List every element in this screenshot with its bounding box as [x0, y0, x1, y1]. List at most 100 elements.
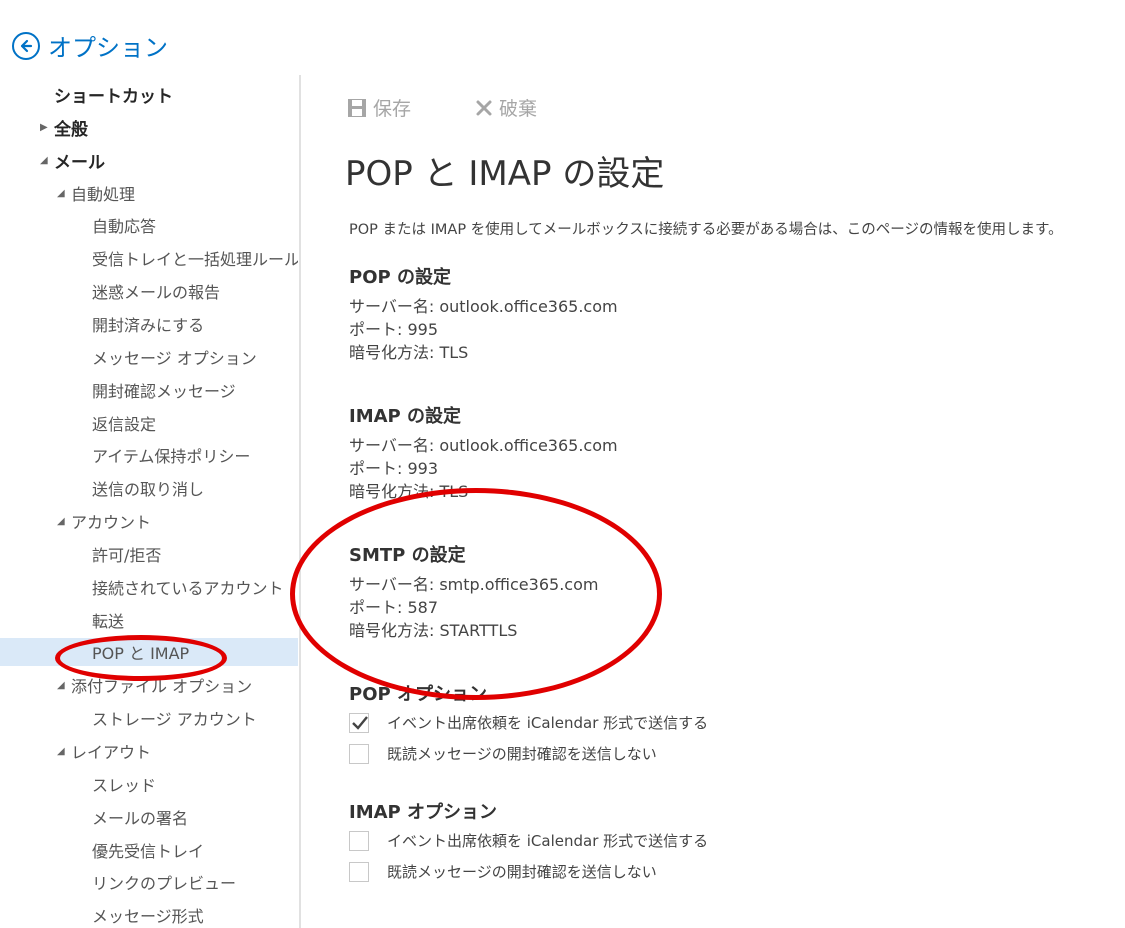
- collapse-arrow-icon: ◢: [57, 187, 65, 199]
- pop-options-section: POP オプション イベント出席依頼を iCalendar 形式で送信する 既読…: [349, 680, 708, 769]
- sidebar-item-label: 接続されているアカウント: [92, 579, 284, 598]
- smtp-settings-section: SMTP の設定 サーバー名: smtp.office365.com ポート: …: [349, 541, 598, 642]
- imap-icalendar-label: イベント出席依頼を iCalendar 形式で送信する: [387, 832, 709, 850]
- discard-label: 破棄: [499, 98, 538, 120]
- sidebar-item-1[interactable]: ▶ 全般: [0, 113, 298, 141]
- sidebar-nav: ショートカット ▶ 全般 ◢ メール ◢ 自動処理自動応答受信トレイと一括処理ルール 迷惑メー…: [0, 76, 298, 928]
- sidebar-item-label: ショートカット: [54, 86, 173, 107]
- sidebar-item-22[interactable]: メールの署名: [0, 803, 298, 831]
- sidebar-item-16[interactable]: 転送: [0, 606, 298, 634]
- sidebar-item-label: 転送: [92, 612, 125, 631]
- imap-read-receipt-label: 既読メッセージの開封確認を送信しない: [387, 863, 657, 881]
- sidebar-item-4[interactable]: 自動応答: [0, 211, 298, 239]
- sidebar-item-label: アカウント: [71, 513, 152, 532]
- imap-settings-title: IMAP の設定: [349, 406, 461, 427]
- back-arrow-icon: [12, 31, 40, 60]
- sidebar-item-25[interactable]: メッセージ形式: [0, 901, 298, 928]
- sidebar-item-9[interactable]: 開封確認メッセージ: [0, 376, 298, 404]
- page-title: POP と IMAP の設定: [345, 154, 665, 194]
- sidebar-item-15[interactable]: 接続されているアカウント: [0, 573, 298, 601]
- smtp-settings-title: SMTP の設定: [349, 545, 466, 566]
- sidebar-item-label: 返信設定: [92, 415, 157, 434]
- imap-settings-section: IMAP の設定 サーバー名: outlook.office365.com ポー…: [349, 402, 618, 503]
- smtp-encryption: 暗号化方法: STARTTLS: [349, 621, 518, 640]
- sidebar-item-13[interactable]: ◢ アカウント: [0, 507, 298, 535]
- sidebar-item-6[interactable]: 迷惑メールの報告: [0, 277, 298, 305]
- collapse-arrow-icon: ◢: [40, 154, 48, 166]
- collapse-arrow-icon: ◢: [57, 745, 65, 757]
- sidebar-item-label: 開封済みにする: [92, 316, 205, 335]
- sidebar-item-14[interactable]: 許可/拒否: [0, 540, 298, 568]
- pop-settings-section: POP の設定 サーバー名: outlook.office365.com ポート…: [349, 263, 618, 364]
- sidebar-item-label: POP と IMAP: [92, 644, 190, 663]
- sidebar-item-19[interactable]: ストレージ アカウント: [0, 704, 298, 732]
- sidebar-item-5[interactable]: 受信トレイと一括処理ルール: [0, 244, 298, 272]
- sidebar-item-label: メールの署名: [92, 809, 189, 828]
- sidebar-item-2[interactable]: ◢ メール: [0, 146, 298, 174]
- smtp-server: サーバー名: smtp.office365.com: [349, 575, 599, 594]
- imap-option-read-receipt[interactable]: 既読メッセージの開封確認を送信しない: [349, 856, 708, 887]
- toolbar: 保存 破棄: [347, 94, 601, 121]
- close-icon: [476, 100, 492, 115]
- sidebar-item-17[interactable]: POP と IMAP: [0, 638, 298, 666]
- discard-button[interactable]: 破棄: [475, 94, 537, 121]
- pop-settings-title: POP の設定: [349, 267, 451, 288]
- sidebar-item-label: 全般: [54, 119, 88, 140]
- pop-read-receipt-checkbox[interactable]: [349, 743, 369, 764]
- collapse-arrow-icon: ◢: [57, 515, 65, 527]
- imap-option-icalendar[interactable]: イベント出席依頼を iCalendar 形式で送信する: [349, 825, 708, 856]
- pop-read-receipt-label: 既読メッセージの開封確認を送信しない: [387, 745, 657, 763]
- sidebar-item-12[interactable]: 送信の取り消し: [0, 474, 298, 502]
- save-label: 保存: [373, 98, 412, 120]
- save-icon: [348, 98, 366, 117]
- sidebar-item-0[interactable]: ショートカット: [0, 80, 298, 108]
- sidebar-item-label: ストレージ アカウント: [92, 710, 257, 729]
- imap-options-title: IMAP オプション: [349, 802, 497, 823]
- collapse-arrow-icon: ◢: [57, 679, 65, 691]
- expand-arrow-icon: ▶: [40, 121, 48, 133]
- sidebar-item-10[interactable]: 返信設定: [0, 409, 298, 437]
- sidebar-item-7[interactable]: 開封済みにする: [0, 310, 298, 338]
- pop-icalendar-label: イベント出席依頼を iCalendar 形式で送信する: [387, 714, 709, 732]
- sidebar-item-label: メッセージ形式: [92, 907, 204, 926]
- imap-options-section: IMAP オプション イベント出席依頼を iCalendar 形式で送信する 既…: [349, 798, 708, 887]
- smtp-port: ポート: 587: [349, 598, 439, 617]
- sidebar-item-label: 許可/拒否: [92, 546, 162, 565]
- sidebar-item-18[interactable]: ◢ 添付ファイル オプション: [0, 671, 298, 699]
- back-button[interactable]: オプション: [12, 28, 168, 63]
- sidebar-item-20[interactable]: ◢ レイアウト: [0, 737, 298, 765]
- imap-server: サーバー名: outlook.office365.com: [349, 436, 618, 455]
- pop-encryption: 暗号化方法: TLS: [349, 343, 469, 362]
- sidebar-item-24[interactable]: リンクのプレビュー: [0, 868, 298, 896]
- checkmark-icon: [352, 715, 368, 730]
- page-description: POP または IMAP を使用してメールボックスに接続する必要がある場合は、こ…: [349, 222, 1063, 238]
- pop-port: ポート: 995: [349, 320, 439, 339]
- pop-option-icalendar[interactable]: イベント出席依頼を iCalendar 形式で送信する: [349, 707, 708, 738]
- sidebar-item-label: メール: [54, 152, 105, 173]
- sidebar-item-23[interactable]: 優先受信トレイ: [0, 836, 298, 864]
- main-content: 保存 破棄 POP と IMAP の設定 POP または IMAP を使用してメ…: [301, 76, 1125, 928]
- pop-option-read-receipt[interactable]: 既読メッセージの開封確認を送信しない: [349, 738, 708, 769]
- sidebar-item-label: レイアウト: [71, 743, 152, 762]
- sidebar-item-8[interactable]: メッセージ オプション: [0, 343, 298, 371]
- pop-options-title: POP オプション: [349, 684, 487, 705]
- sidebar-item-21[interactable]: スレッド: [0, 770, 298, 798]
- imap-read-receipt-checkbox[interactable]: [349, 861, 369, 882]
- sidebar-item-label: 迷惑メールの報告: [92, 283, 221, 302]
- sidebar-item-label: 自動応答: [92, 217, 157, 236]
- sidebar-item-label: 優先受信トレイ: [92, 842, 205, 861]
- sidebar-item-3[interactable]: ◢ 自動処理: [0, 179, 298, 207]
- sidebar-item-label: スレッド: [92, 776, 157, 795]
- sidebar-item-11[interactable]: アイテム保持ポリシー: [0, 441, 298, 469]
- imap-port: ポート: 993: [349, 459, 439, 478]
- sidebar-item-label: 送信の取り消し: [92, 480, 205, 499]
- pop-icalendar-checkbox[interactable]: [349, 712, 369, 733]
- sidebar-item-label: リンクのプレビュー: [92, 874, 237, 893]
- sidebar-item-label: 開封確認メッセージ: [92, 382, 236, 401]
- save-button[interactable]: 保存: [347, 94, 411, 121]
- sidebar-item-label: アイテム保持ポリシー: [92, 447, 251, 466]
- sidebar-item-label: 添付ファイル オプション: [71, 677, 253, 696]
- imap-icalendar-checkbox[interactable]: [349, 830, 369, 851]
- sidebar-item-label: 受信トレイと一括処理ルール: [92, 250, 298, 269]
- sidebar-item-label: メッセージ オプション: [92, 349, 257, 368]
